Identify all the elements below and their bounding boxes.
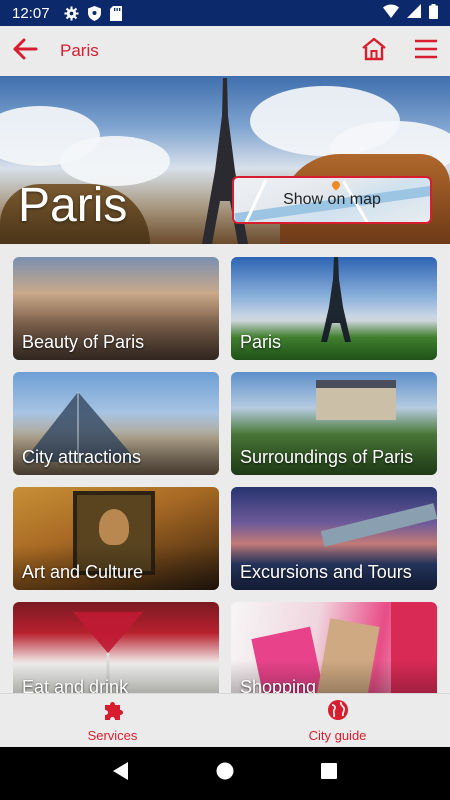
tile-label: Excursions and Tours <box>240 562 412 582</box>
app-bar: Paris <box>0 26 450 76</box>
arrow-back-icon <box>12 38 38 65</box>
show-on-map-button[interactable]: Show on map <box>232 176 432 224</box>
tile-label: City attractions <box>22 447 142 467</box>
tile-label: Surroundings of Paris <box>240 447 414 467</box>
nav-services-label: Services <box>87 727 138 743</box>
signal-icon <box>407 4 421 22</box>
recents-square-icon[interactable] <box>320 762 338 785</box>
tile-surroundings-of-paris[interactable]: Surroundings of Paris <box>231 372 437 475</box>
menu-icon <box>414 39 438 64</box>
globe-icon <box>327 699 349 726</box>
back-triangle-icon[interactable] <box>112 761 130 786</box>
bridge-image <box>320 503 437 547</box>
tile-label: Paris <box>240 332 282 352</box>
battery-icon <box>429 3 438 23</box>
menu-button[interactable] <box>410 35 442 67</box>
show-on-map-label: Show on map <box>283 191 381 208</box>
nav-services[interactable]: Services <box>0 694 225 747</box>
hero-banner: Paris Show on map <box>0 76 450 244</box>
hero-title: Paris <box>18 179 128 232</box>
tile-paris[interactable]: Paris <box>231 257 437 360</box>
map-pin-icon <box>330 179 342 191</box>
category-grid: Beauty of Paris Paris City attractions S… <box>0 244 450 693</box>
system-navigation-bar <box>0 747 450 800</box>
tile-eat-and-drink[interactable]: Eat and drink <box>13 602 219 693</box>
tile-city-attractions[interactable]: City attractions <box>13 372 219 475</box>
gear-icon <box>64 5 79 21</box>
tile-art-and-culture[interactable]: Art and Culture <box>13 487 219 590</box>
nav-city-guide[interactable]: City guide <box>225 694 450 747</box>
sd-card-icon <box>109 5 122 21</box>
page-title: Paris <box>60 41 99 60</box>
status-bar: 12:07 <box>0 0 450 26</box>
tile-excursions-and-tours[interactable]: Excursions and Tours <box>231 487 437 590</box>
tile-beauty-of-paris[interactable]: Beauty of Paris <box>13 257 219 360</box>
chateau-image <box>316 380 396 420</box>
puzzle-icon <box>102 699 124 726</box>
bottom-navigation: Services City guide <box>0 693 450 747</box>
home-circle-icon[interactable] <box>215 761 235 786</box>
tile-shopping[interactable]: Shopping <box>231 602 437 693</box>
home-button[interactable] <box>358 35 390 67</box>
tile-label: Eat and drink <box>22 677 129 693</box>
home-icon <box>361 37 387 66</box>
tile-label: Shopping <box>240 677 317 693</box>
tile-label: Art and Culture <box>22 562 144 582</box>
shield-icon <box>87 5 101 21</box>
wifi-icon <box>383 4 399 22</box>
tile-label: Beauty of Paris <box>22 332 145 352</box>
nav-city-guide-label: City guide <box>308 727 367 743</box>
back-button[interactable] <box>0 26 50 76</box>
status-time: 12:07 <box>12 4 50 22</box>
